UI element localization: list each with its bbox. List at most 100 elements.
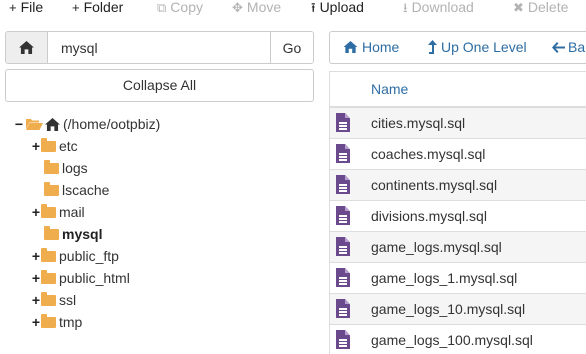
file-name: continents.mysql.sql <box>371 177 498 193</box>
home-button[interactable]: Home <box>343 32 399 63</box>
new-file-label: File <box>20 0 44 15</box>
table-row[interactable]: divisions.mysql.sql <box>330 201 586 232</box>
tree-item-label: logs <box>62 160 88 176</box>
expand-icon[interactable]: + <box>31 245 41 267</box>
table-row[interactable]: game_logs.mysql.sql <box>330 232 586 263</box>
home-icon <box>19 41 34 54</box>
expand-icon[interactable]: + <box>31 311 41 333</box>
download-button[interactable]: ⭳ Download <box>403 0 474 16</box>
tree-item-public-ftp[interactable]: + public_ftp <box>31 245 119 267</box>
back-button[interactable]: Ba <box>552 32 585 63</box>
path-search-group: Go <box>5 31 314 64</box>
copy-icon: ⧉ <box>157 0 167 15</box>
table-row[interactable]: coaches.mysql.sql <box>330 139 586 170</box>
expand-icon[interactable]: + <box>31 135 41 157</box>
tree-root[interactable]: − (/home/ootpbiz) <box>14 113 160 135</box>
folder-icon <box>44 181 59 196</box>
file-text-icon <box>336 268 350 287</box>
tree-item-label: mysql <box>62 226 103 242</box>
navigation-bar: Home Up One Level Ba <box>329 31 586 64</box>
go-button[interactable]: Go <box>270 32 313 63</box>
table-row[interactable]: game_logs_1.mysql.sql <box>330 263 586 294</box>
delete-label: Delete <box>527 0 569 15</box>
folder-icon <box>41 313 56 328</box>
copy-button[interactable]: ⧉ Copy <box>157 0 203 16</box>
file-text-icon <box>336 237 350 256</box>
tree-item-logs[interactable]: logs <box>44 157 88 179</box>
folder-icon <box>44 159 59 174</box>
file-text-icon <box>336 299 350 318</box>
home-label: Home <box>362 39 400 55</box>
tree-item-label: tmp <box>59 314 83 330</box>
table-row[interactable]: game_logs_10.mysql.sql <box>330 294 586 325</box>
collapse-all-button[interactable]: Collapse All <box>5 69 314 102</box>
new-folder-button[interactable]: + Folder <box>72 0 123 16</box>
file-name: game_logs_10.mysql.sql <box>371 301 526 317</box>
file-text-icon <box>336 113 350 132</box>
upload-label: Upload <box>319 0 364 15</box>
level-up-icon <box>428 40 437 54</box>
tree-item-etc[interactable]: + etc <box>31 135 78 157</box>
folder-icon <box>41 137 56 152</box>
table-row[interactable]: game_logs_100.mysql.sql <box>330 325 586 354</box>
folder-icon <box>41 269 56 284</box>
name-column-header[interactable]: Name <box>371 81 408 97</box>
file-name: cities.mysql.sql <box>371 115 466 131</box>
tree-item-public-html[interactable]: + public_html <box>31 267 130 289</box>
tree-item-lscache[interactable]: lscache <box>44 179 109 201</box>
file-table: Name cities.mysql.sql coaches.mysql.sql … <box>329 71 586 354</box>
file-name: divisions.mysql.sql <box>371 208 487 224</box>
toolbar: + File + Folder ⧉ Copy ✥ Move ⭱ Upload ⭳ Downl… <box>0 0 586 18</box>
file-name: game_logs_1.mysql.sql <box>371 270 518 286</box>
file-name: game_logs_100.mysql.sql <box>371 332 533 348</box>
download-icon: ⭳ <box>403 0 408 15</box>
file-text-icon <box>336 144 350 163</box>
new-file-button[interactable]: + File <box>9 0 43 16</box>
tree-item-label: etc <box>59 138 78 154</box>
table-row[interactable]: continents.mysql.sql <box>330 170 586 201</box>
expand-icon[interactable]: + <box>31 289 41 311</box>
arrow-left-icon <box>552 42 565 53</box>
copy-label: Copy <box>170 0 203 15</box>
tree-item-label: ssl <box>59 292 77 308</box>
delete-button[interactable]: ✖ Delete <box>513 0 568 16</box>
folder-icon <box>44 225 59 240</box>
path-input[interactable] <box>48 32 270 63</box>
new-folder-label: Folder <box>83 0 124 15</box>
home-directory-button[interactable] <box>6 32 48 63</box>
tree-item-tmp[interactable]: + tmp <box>31 311 82 333</box>
up-one-level-label: Up One Level <box>441 39 527 55</box>
home-icon <box>45 117 60 131</box>
folder-icon <box>41 291 56 306</box>
move-button[interactable]: ✥ Move <box>232 0 281 16</box>
plus-icon: + <box>72 0 80 15</box>
upload-button[interactable]: ⭱ Upload <box>311 0 364 16</box>
tree-item-mysql[interactable]: mysql <box>44 223 102 245</box>
table-row[interactable]: cities.mysql.sql <box>330 108 586 139</box>
upload-icon: ⭱ <box>311 0 316 15</box>
file-text-icon <box>336 175 350 194</box>
file-text-icon <box>336 206 350 225</box>
tree-item-label: public_ftp <box>59 248 119 264</box>
download-label: Download <box>411 0 474 15</box>
file-name: coaches.mysql.sql <box>371 146 486 162</box>
folder-icon <box>41 203 56 218</box>
folder-icon <box>41 247 56 262</box>
plus-icon: + <box>9 0 17 15</box>
tree-item-label: public_html <box>59 270 130 286</box>
file-name: game_logs.mysql.sql <box>371 239 502 255</box>
move-icon: ✥ <box>232 0 243 15</box>
expand-icon[interactable]: + <box>31 201 41 223</box>
up-one-level-button[interactable]: Up One Level <box>428 32 527 63</box>
expand-icon[interactable]: + <box>31 267 41 289</box>
file-text-icon <box>336 330 350 349</box>
collapse-toggle-icon[interactable]: − <box>14 113 24 135</box>
tree-item-mail[interactable]: + mail <box>31 201 85 223</box>
tree-item-ssl[interactable]: + ssl <box>31 289 76 311</box>
table-header: Name <box>330 71 586 108</box>
home-icon <box>343 41 358 53</box>
close-icon: ✖ <box>513 0 524 15</box>
move-label: Move <box>246 0 282 15</box>
open-folder-icon <box>26 119 43 130</box>
tree-root-label: (/home/ootpbiz) <box>63 116 161 132</box>
